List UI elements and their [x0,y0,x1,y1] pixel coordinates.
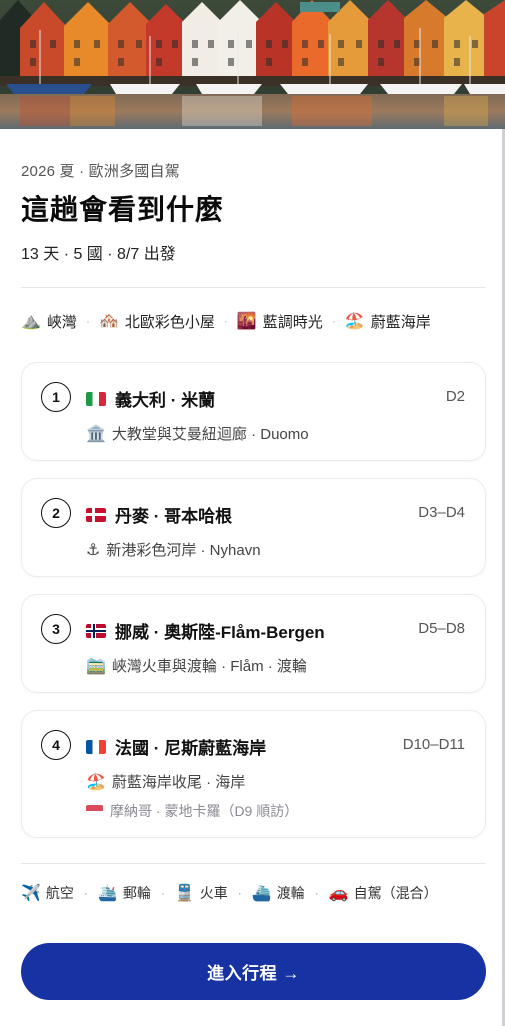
stop-detail: 🏛️ 大教堂與艾曼紐迴廊 · Duomo [86,423,309,444]
highlight-label: 北歐彩色小屋 [124,313,215,331]
highlight-label: 蔚藍海岸 [370,313,431,331]
train-icon: 🚆 [174,885,195,902]
stop-note-text: 摩納哥 · 蒙地卡羅（D9 順訪） [110,803,299,819]
houses-icon: 🏘️ [98,313,119,330]
stop-title: 法國 · 尼斯蔚藍海岸 [86,734,266,759]
anchor-icon: ⚓ [86,541,101,559]
classical-building-icon: 🏛️ [86,425,106,443]
divider [21,287,486,288]
stop-days: D10–D11 [402,736,465,753]
highlights-row: ⛰️ 峽灣 · 🏘️ 北歐彩色小屋 · 🌇 藍調時光 · 🏖️ 蔚藍海岸 [21,310,486,332]
transport-label: 火車 [199,885,228,901]
transport-row: ✈️ 航空 · 🛳️ 郵輪 · 🚆 火車 · ⛴️ 渡輪 · 🚗 自駕（混合） [21,882,496,904]
transport-train: 🚆 火車 [175,883,228,903]
highlight-blue-hour: 🌇 藍調時光 [237,311,323,332]
cruise-ship-icon: 🛳️ [97,885,118,902]
transport-label: 航空 [45,885,74,901]
airplane-icon: ✈️ [21,885,41,902]
highlight-houses: 🏘️ 北歐彩色小屋 [99,311,215,332]
car-icon: 🚗 [328,885,349,902]
stop-detail-text: 新港彩色河岸 · Nyhavn [106,542,261,559]
separator-dot: · [237,886,242,900]
separator-dot: · [331,314,336,328]
stop-number: 2 [41,498,71,528]
sunset-city-icon: 🌇 [236,313,257,330]
stop-detail-text: 峽灣火車與渡輪 · Flåm · 渡輪 [111,658,307,675]
mountain-railway-icon: 🚞 [86,657,106,675]
beach-icon: 🏖️ [344,313,365,330]
monaco-flag-icon [86,805,103,817]
separator-dot: · [83,886,88,900]
transport-flight: ✈️ 航空 [21,883,74,903]
separator-dot: · [85,314,90,328]
stop-days: D2 [445,388,465,405]
beach-icon: 🏖️ [86,773,106,791]
highlight-fjord: ⛰️ 峽灣 [21,311,77,332]
hero-image [0,0,505,129]
stop-number: 1 [41,382,71,412]
transport-cruise: 🛳️ 郵輪 [98,883,151,903]
stop-card-copenhagen[interactable]: 2 丹麥 · 哥本哈根 D3–D4 ⚓ 新港彩色河岸 · Nyhavn [21,478,486,577]
stop-number: 4 [41,730,71,760]
stop-name: 法國 · 尼斯蔚藍海岸 [115,739,267,758]
highlight-riviera: 🏖️ 蔚藍海岸 [345,311,431,332]
separator-dot: · [223,314,228,328]
page-title: 這趟會看到什麼 [21,194,225,225]
stop-detail-text: 蔚藍海岸收尾 · 海岸 [111,774,246,791]
stop-name: 義大利 · 米蘭 [115,391,216,410]
stop-days: D3–D4 [418,504,465,521]
transport-ferry: ⛴️ 渡輪 [252,883,305,903]
transport-label: 渡輪 [276,885,305,901]
stop-days: D5–D8 [418,620,465,637]
italy-flag-icon [86,391,106,406]
ferry-icon: ⛴️ [251,885,272,902]
france-flag-icon [86,739,106,754]
stop-name: 挪威 · 奧斯陸-Flåm-Bergen [115,623,325,642]
separator-dot: · [314,886,319,900]
highlight-label: 藍調時光 [262,313,323,331]
norway-flag-icon [86,623,106,638]
stop-number: 3 [41,614,71,644]
stop-note: 摩納哥 · 蒙地卡羅（D9 順訪） [86,801,298,821]
stop-detail-text: 大教堂與艾曼紐迴廊 · Duomo [111,426,309,443]
trip-subtitle: 2026 夏 · 歐洲多國自駕 [21,163,180,180]
trip-meta: 13 天 · 5 國 · 8/7 出發 [21,246,176,263]
stop-title: 義大利 · 米蘭 [86,386,215,411]
stop-card-nice[interactable]: 4 法國 · 尼斯蔚藍海岸 D10–D11 🏖️ 蔚藍海岸收尾 · 海岸 摩納哥… [21,710,486,838]
stop-detail: 🚞 峽灣火車與渡輪 · Flåm · 渡輪 [86,655,307,676]
stop-name: 丹麥 · 哥本哈根 [115,507,233,526]
stop-card-milan[interactable]: 1 義大利 · 米蘭 D2 🏛️ 大教堂與艾曼紐迴廊 · Duomo [21,362,486,461]
stop-title: 丹麥 · 哥本哈根 [86,502,232,527]
transport-label: 自駕（混合） [353,885,438,901]
mountain-icon: ⛰️ [21,313,41,330]
transport-label: 郵輪 [122,885,151,901]
stop-detail: ⚓ 新港彩色河岸 · Nyhavn [86,539,261,560]
highlight-label: 峽灣 [46,313,77,331]
divider [21,863,486,864]
stop-card-norway[interactable]: 3 挪威 · 奧斯陸-Flåm-Bergen D5–D8 🚞 峽灣火車與渡輪 ·… [21,594,486,693]
separator-dot: · [160,886,165,900]
stop-detail: 🏖️ 蔚藍海岸收尾 · 海岸 [86,771,245,792]
enter-itinerary-button[interactable]: 進入行程 → [21,943,486,1000]
denmark-flag-icon [86,507,106,522]
stop-title: 挪威 · 奧斯陸-Flåm-Bergen [86,618,325,643]
transport-drive: 🚗 自駕（混合） [329,883,438,903]
